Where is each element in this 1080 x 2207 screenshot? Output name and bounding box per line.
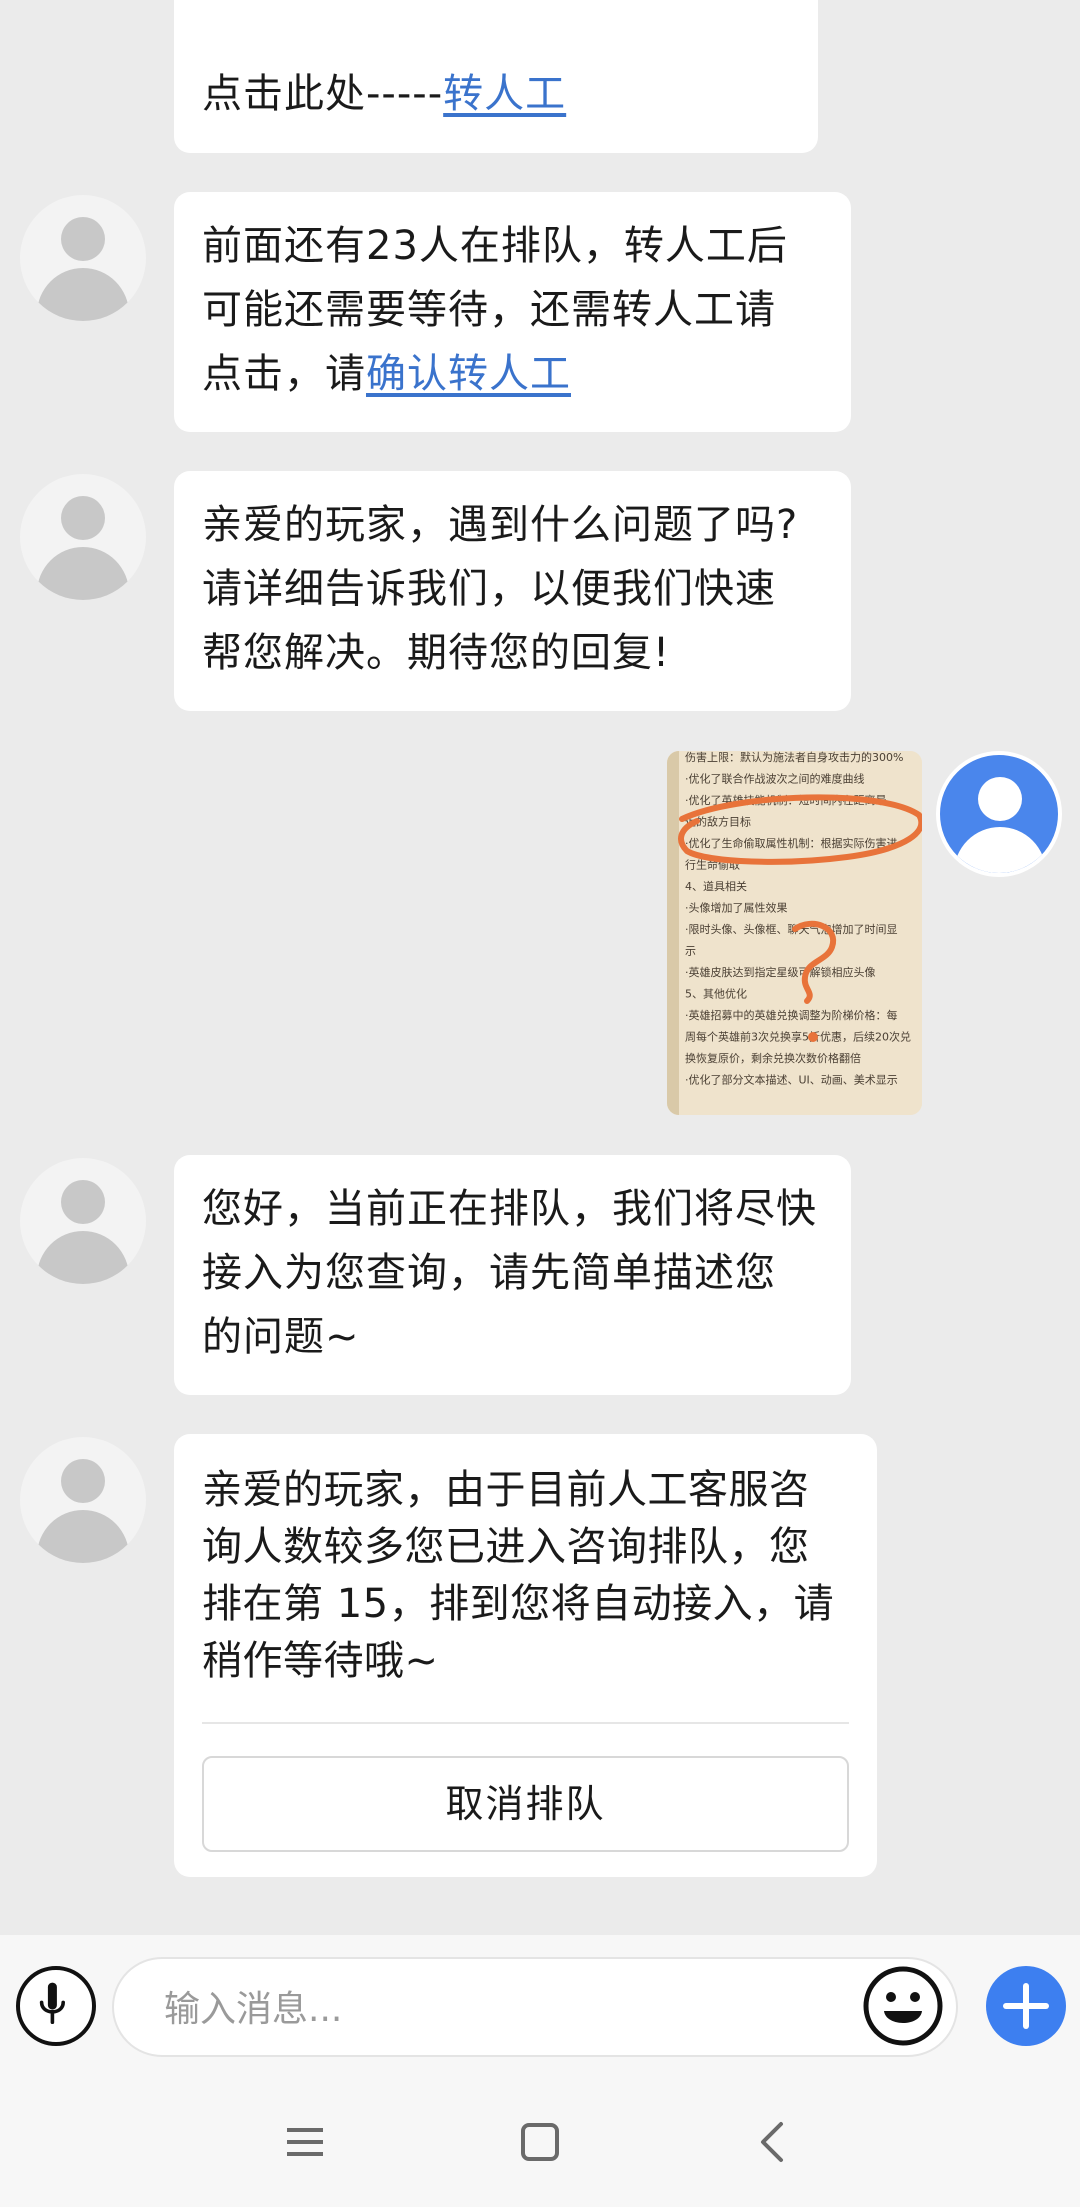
- message-bubble: 亲爱的玩家，由于目前人工客服咨 询人数较多您已进入咨询排队，您 排在第 15，排…: [174, 1434, 877, 1877]
- attachment-text-line: 换恢复原价，剩余兑换次数价格翻倍: [685, 1051, 861, 1065]
- agent-avatar: [20, 1158, 146, 1284]
- attachment-text-line: ·限时头像、头像框、聊天气泡增加了时间显: [685, 922, 898, 936]
- agent-avatar: [20, 474, 146, 600]
- more-options-button[interactable]: [986, 1966, 1066, 2046]
- home-square-icon: [521, 2123, 559, 2161]
- message-bubble: 亲爱的玩家，遇到什么问题了吗? 请详细告诉我们，以便我们快速 帮您解决。期待您的…: [174, 471, 851, 711]
- message-line: 亲爱的玩家，遇到什么问题了吗?: [202, 502, 799, 548]
- message-bubble: 您好，当前正在排队，我们将尽快 接入为您查询，请先简单描述您 的问题~: [174, 1155, 851, 1395]
- image-attachment[interactable]: 伤害上限：默认为施法者自身攻击力的300% ·优化了联合作战波次之间的难度曲线 ·优…: [667, 751, 922, 1115]
- microphone-icon: [39, 1982, 65, 2024]
- message-line: 亲爱的玩家，由于目前人工客服咨: [202, 1467, 810, 1513]
- attachment-text-line: ·英雄皮肤达到指定星级可解锁相应头像: [685, 965, 876, 979]
- attachment-text-line: 周每个英雄前3次兑换享5折优惠，后续20次兑: [685, 1030, 911, 1044]
- back-button[interactable]: [743, 2112, 803, 2172]
- message-line: 稍作等待哦~: [202, 1638, 439, 1684]
- plus-icon: [1003, 1983, 1049, 2029]
- attachment-text-line: 5、其他优化: [685, 987, 747, 1001]
- message-line: 排在第 15，排到您将自动接入，请: [202, 1581, 835, 1627]
- message-line: 的问题~: [202, 1314, 360, 1360]
- message-line: 询人数较多您已进入咨询排队，您: [202, 1524, 810, 1570]
- emoji-button[interactable]: [862, 1965, 944, 2047]
- message-input[interactable]: [164, 1979, 764, 2039]
- attachment-text-line: ·优化了生命偷取属性机制：根据实际伤害进: [685, 836, 898, 850]
- message-line: 可能还需要等待，还需转人工请: [202, 287, 776, 333]
- message-input-container: [112, 1957, 958, 2057]
- message-input-bar: [0, 1935, 1080, 2077]
- message-line: 帮您解决。期待您的回复!: [202, 630, 671, 676]
- bubble-divider: [202, 1722, 849, 1724]
- message-bubble: 点击此处-----转人工: [174, 0, 818, 153]
- message-text-prefix: 点击此处-----: [202, 71, 444, 117]
- recent-apps-button[interactable]: [275, 2112, 335, 2172]
- attachment-text-line: 4、道具相关: [685, 879, 747, 893]
- attachment-text-line: ·优化了部分文本描述、UI、动画、美术显示: [685, 1073, 898, 1087]
- agent-avatar: [20, 1437, 146, 1563]
- attachment-text-line: 示: [685, 945, 696, 958]
- message-line: 您好，当前正在排队，我们将尽快: [202, 1186, 817, 1232]
- message-line: 点击，请确认转人工: [202, 342, 823, 406]
- message-bubble: 前面还有23人在排队，转人工后 可能还需要等待，还需转人工请 点击，请确认转人工: [174, 192, 851, 432]
- chat-area[interactable]: 点击此处-----转人工 前面还有23人在排队，转人工后 可能还需要等待，还需转…: [0, 0, 1080, 1935]
- attachment-text-line: 伤害上限：默认为施法者自身攻击力的300%: [685, 751, 903, 764]
- attachment-photo: 伤害上限：默认为施法者自身攻击力的300% ·优化了联合作战波次之间的难度曲线 ·优…: [667, 751, 922, 1115]
- cancel-queue-button[interactable]: 取消排队: [202, 1756, 849, 1852]
- back-chevron-icon: [761, 2122, 783, 2162]
- message-line: 请详细告诉我们，以便我们快速: [202, 566, 776, 612]
- message-line: 接入为您查询，请先简单描述您: [202, 1250, 776, 1296]
- attachment-text-line: ·英雄招募中的英雄兑换调整为阶梯价格：每: [685, 1008, 898, 1022]
- smiley-icon: [863, 1966, 943, 2046]
- system-navigation-bar: [0, 2077, 1080, 2207]
- menu-icon: [287, 2128, 323, 2156]
- message-text-prefix: 点击，请: [202, 351, 366, 397]
- message-line: 前面还有23人在排队，转人工后: [202, 223, 788, 269]
- attachment-text-line: ·优化了联合作战波次之间的难度曲线: [685, 772, 865, 786]
- home-button[interactable]: [510, 2112, 570, 2172]
- user-avatar: [936, 751, 1062, 877]
- message-text: 点击此处-----转人工: [202, 62, 790, 126]
- voice-input-button[interactable]: [16, 1966, 96, 2046]
- agent-avatar: [20, 195, 146, 321]
- attachment-text-line: ·头像增加了属性效果: [685, 901, 788, 915]
- transfer-to-agent-link[interactable]: 转人工: [443, 71, 566, 117]
- confirm-transfer-link[interactable]: 确认转人工: [366, 351, 571, 397]
